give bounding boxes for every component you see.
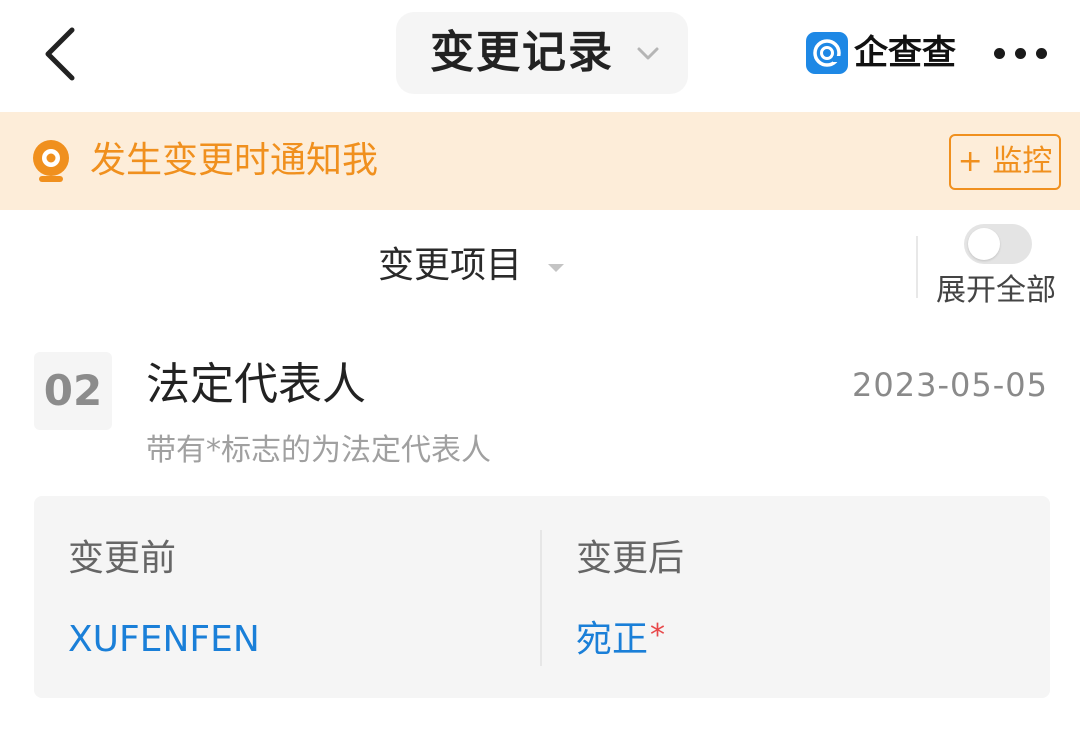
more-dots-icon — [994, 48, 1005, 59]
record-index-badge: 02 — [34, 352, 112, 430]
record-date: 2023-05-05 — [852, 366, 1048, 404]
chevron-down-icon — [637, 47, 659, 60]
filter-divider — [916, 236, 918, 298]
more-dots-icon — [1036, 48, 1047, 59]
expand-all-toggle[interactable] — [964, 224, 1032, 264]
brand-name: 企查查 — [854, 33, 956, 73]
expand-all-label: 展开全部 — [936, 273, 1056, 308]
monitor-button[interactable]: + 监控 — [949, 134, 1061, 190]
record-note: 带有*标志的为法定代表人 — [146, 433, 491, 468]
after-value-text: 宛正 — [576, 619, 649, 660]
more-menu-button[interactable] — [988, 30, 1054, 78]
filter-label: 变更项目 — [378, 245, 523, 286]
page-title: 变更记录 — [430, 27, 614, 78]
after-label: 变更后 — [576, 538, 685, 579]
more-dots-icon — [1015, 48, 1026, 59]
caret-down-icon — [548, 264, 564, 272]
record-title: 法定代表人 — [146, 359, 366, 410]
banner-text: 发生变更时通知我 — [90, 140, 379, 181]
qichacha-logo-icon — [806, 32, 848, 74]
change-record-page: 变更记录 企查查 发生变更时通知我 + 监控 变更项目 展开全部 02 法定代表… — [0, 0, 1080, 734]
brand-logo-link[interactable]: 企查查 — [806, 30, 962, 78]
change-compare-card: 变更前 XUFENFEN 变更后 宛正* — [34, 496, 1050, 698]
chevron-left-icon — [45, 27, 75, 81]
back-button[interactable] — [30, 18, 94, 90]
before-value-link[interactable]: XUFENFEN — [68, 614, 260, 666]
monitor-banner: 发生变更时通知我 + 监控 — [0, 112, 1080, 210]
toggle-knob — [968, 228, 1000, 260]
title-switcher[interactable]: 变更记录 — [396, 12, 688, 94]
before-label: 变更前 — [68, 538, 177, 579]
change-item-filter[interactable]: 变更项目 — [378, 238, 578, 294]
top-nav-bar: 变更记录 企查查 — [0, 0, 1080, 112]
legal-rep-marker: * — [650, 618, 666, 653]
after-value-link[interactable]: 宛正* — [576, 614, 665, 666]
monitor-eye-icon — [33, 140, 69, 182]
column-divider — [540, 530, 542, 666]
